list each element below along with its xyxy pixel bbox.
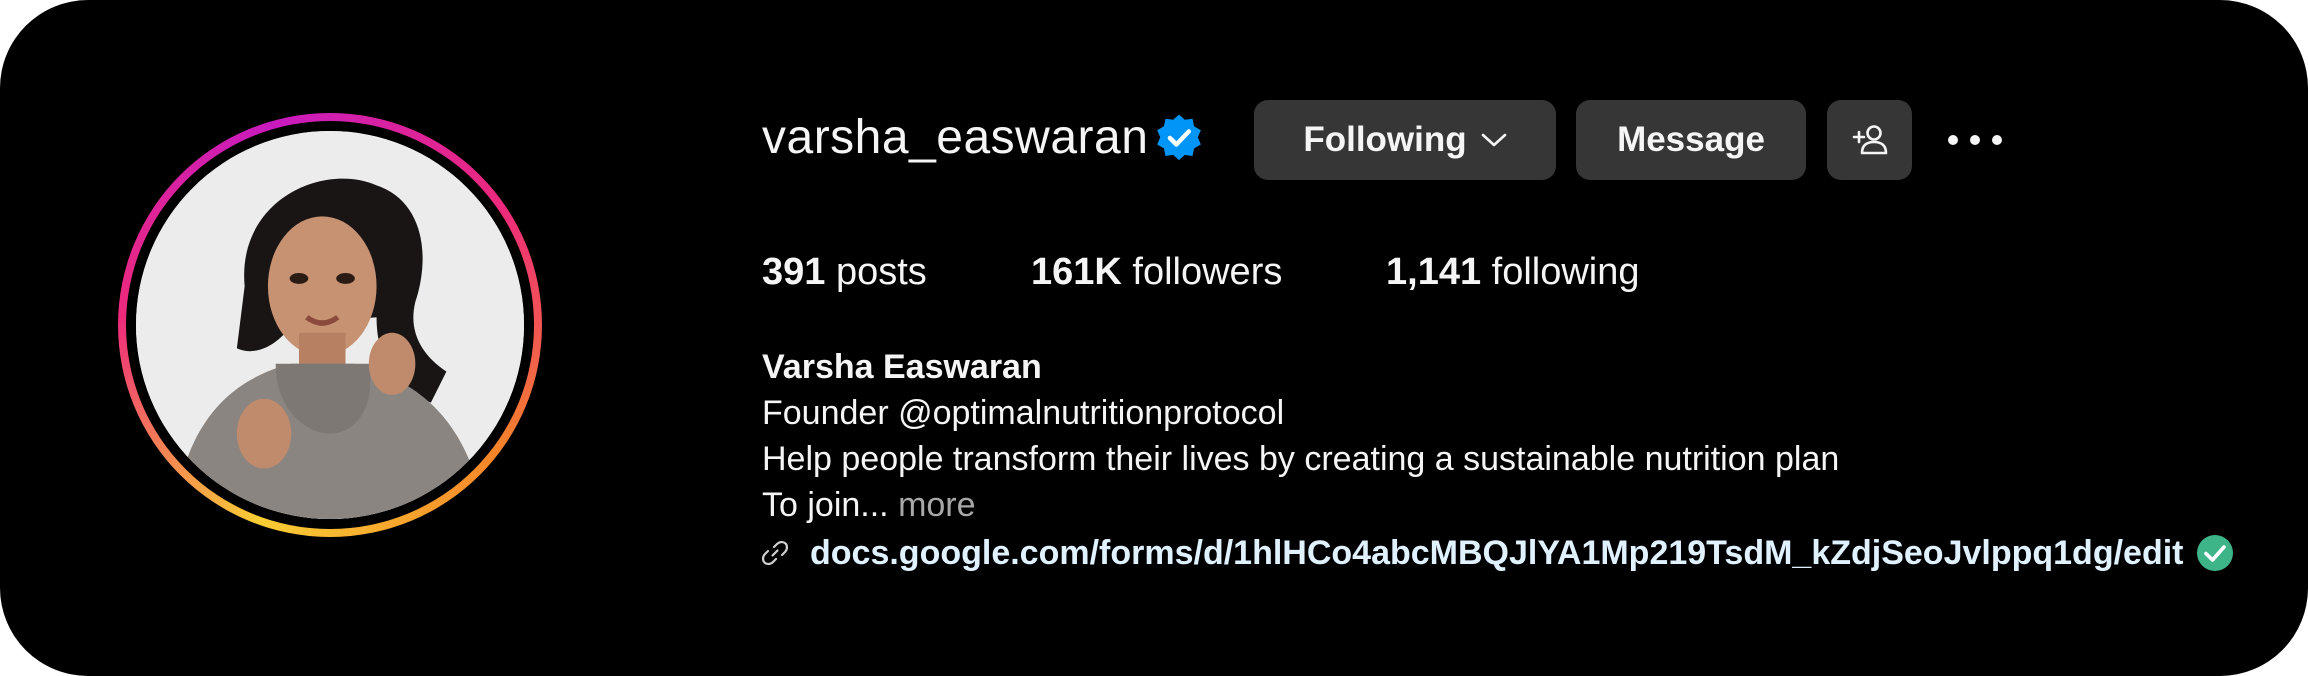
- followers-count[interactable]: 161K followers: [1031, 247, 1282, 297]
- profile-username: varsha_easwaran: [762, 111, 1149, 164]
- followers-count-value: 161K: [1031, 251, 1122, 293]
- posts-count: 391 posts: [762, 247, 927, 297]
- following-count[interactable]: 1,141 following: [1386, 247, 1640, 297]
- suggested-users-button[interactable]: [1827, 100, 1912, 180]
- bio-line-founder: Founder @optimalnutritionprotocol: [762, 394, 1285, 432]
- profile-header-card: varsha_easwaran Following Message 391 po…: [0, 0, 2308, 676]
- link-icon: [761, 540, 789, 566]
- ellipsis-icon[interactable]: [1945, 120, 2005, 160]
- avatar[interactable]: [136, 131, 524, 519]
- following-button[interactable]: Following: [1254, 100, 1556, 180]
- message-button[interactable]: Message: [1576, 100, 1806, 180]
- bio-more-link[interactable]: more: [898, 486, 975, 524]
- add-person-icon: [1852, 125, 1887, 155]
- chevron-down-icon: [1481, 133, 1506, 147]
- profile-full-name: Varsha Easwaran: [762, 348, 1042, 386]
- story-ring[interactable]: [118, 113, 542, 537]
- bio-link[interactable]: docs.google.com/forms/d/1hlHCo4abcMBQJlY…: [760, 530, 2235, 576]
- bio-line-description: Help people transform their lives by cre…: [762, 440, 1840, 478]
- following-button-label: Following: [1303, 120, 1467, 159]
- followers-count-label: followers: [1132, 251, 1283, 293]
- following-count-label: following: [1491, 251, 1640, 293]
- bio-truncated-text: To join...: [762, 486, 889, 524]
- check-circle-icon: [2197, 535, 2234, 571]
- verified-badge-icon: [1157, 114, 1201, 161]
- bio-line-truncated: To join... more: [762, 482, 976, 528]
- posts-count-label: posts: [835, 251, 927, 293]
- following-count-value: 1,141: [1386, 251, 1482, 293]
- posts-count-value: 391: [762, 251, 826, 293]
- message-button-label: Message: [1617, 120, 1765, 159]
- profile-photo: [136, 131, 524, 519]
- bio-link-url[interactable]: docs.google.com/forms/d/1hlHCo4abcMBQJlY…: [810, 534, 2183, 573]
